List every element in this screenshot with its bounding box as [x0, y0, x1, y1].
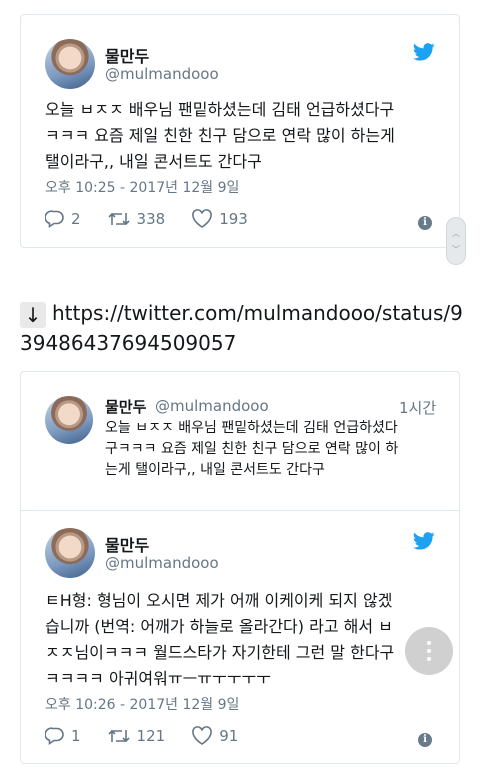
status-url[interactable]: https://twitter.com/mulmandooo/status/9	[52, 301, 463, 325]
avatar[interactable]	[45, 396, 93, 444]
retweet-button[interactable]: 121	[107, 727, 166, 745]
avatar[interactable]	[45, 39, 95, 89]
timestamp[interactable]: 오후 10:26 - 2017년 12월 9일	[45, 694, 239, 714]
divider	[21, 510, 459, 511]
tweet-actions: 1 121 91	[45, 726, 264, 746]
like-count: 193	[219, 210, 248, 228]
retweet-button[interactable]: 338	[107, 210, 166, 228]
twitter-bird-icon[interactable]	[413, 43, 435, 61]
more-vertical-icon	[427, 639, 431, 663]
info-icon[interactable]: i	[418, 216, 432, 230]
author-handle[interactable]: @mulmandooo	[105, 554, 219, 572]
scroll-indicator[interactable]: ︿ ﹀	[446, 217, 466, 265]
reply-count: 2	[71, 210, 81, 228]
author-name[interactable]: 물만두	[105, 396, 146, 417]
chevron-down-icon: ﹀	[452, 245, 460, 254]
retweet-icon	[107, 729, 130, 743]
tweet-text-line: ㅋㅋㅋㅋ 아귀여워ㅠㅡㅠㅜㅜㅜㅜ	[45, 669, 271, 688]
timestamp[interactable]: 오후 10:25 - 2017년 12월 9일	[45, 177, 239, 197]
reply-button[interactable]: 2	[45, 210, 81, 228]
tweet-text-line: ㅋㅋㅋ 요즘 제일 친한 친구 담으로 연락 많이 하는게	[45, 126, 395, 145]
chevron-up-icon: ︿	[452, 229, 460, 238]
tweet-text-line: 는게 탤이라구,, 내일 콘서트도 간다구	[105, 462, 325, 478]
like-count: 91	[219, 727, 239, 745]
retweet-count: 338	[136, 210, 166, 228]
tweet-text: 오늘 ㅂㅈㅈ 배우님 팬밑하셨는데 김태 언급하셨다구 ㅋㅋㅋ 요즘 제일 친한…	[45, 97, 395, 175]
twitter-bird-icon[interactable]	[413, 532, 435, 550]
quoted-text: 오늘 ㅂㅈㅈ 배우님 팬밑하셨는데 김태 언급하셨다 구ㅋㅋㅋ 요즘 제일 친한…	[105, 418, 398, 481]
status-url-continued[interactable]: 39486437694509057	[20, 331, 236, 355]
like-icon	[192, 726, 213, 745]
down-arrow-icon: ↓	[20, 301, 46, 328]
author-name[interactable]: 물만두	[105, 532, 149, 556]
tweet-actions: 2 338 193	[45, 209, 274, 229]
retweet-count: 121	[136, 727, 166, 745]
tweet-text-line: 오늘 ㅂㅈㅈ 배우님 팬밑하셨는데 김태 언급하셨다구	[45, 100, 395, 119]
relative-time[interactable]: 1시간	[399, 397, 436, 418]
link-text: ↓ https://twitter.com/mulmandooo/status/9…	[20, 298, 465, 358]
tweet-text-line: ㅌH형: 형님이 오시면 제가 어깨 이케이케 되지 않겠	[45, 591, 393, 610]
author-handle[interactable]: @mulmandooo	[155, 397, 269, 415]
like-icon	[192, 209, 213, 228]
tweet-text-line: 오늘 ㅂㅈㅈ 배우님 팬밑하셨는데 김태 언급하셨다	[105, 420, 398, 436]
avatar[interactable]	[45, 528, 95, 578]
reply-icon	[45, 727, 64, 745]
tweet-card-2[interactable]: 물만두 @mulmandooo 1시간 오늘 ㅂㅈㅈ 배우님 팬밑하셨는데 김태…	[20, 371, 460, 764]
reply-button[interactable]: 1	[45, 727, 81, 745]
reply-count: 1	[71, 727, 81, 745]
like-button[interactable]: 91	[191, 726, 238, 746]
author-handle[interactable]: @mulmandooo	[105, 65, 219, 83]
author-name[interactable]: 물만두	[105, 43, 149, 67]
tweet-text-line: 구ㅋㅋㅋ 요즘 제일 친한 친구 담으로 연락 많이 하	[105, 441, 399, 457]
like-button[interactable]: 193	[191, 209, 248, 229]
info-icon[interactable]: i	[418, 733, 432, 747]
tweet-text-line: 습니까 (번역: 어깨가 하늘로 올라간다) 라고 해서 ㅂ	[45, 617, 393, 636]
retweet-icon	[107, 212, 130, 226]
tweet-text-line: 탤이라구,, 내일 콘서트도 간다구	[45, 152, 262, 171]
tweet-card-1[interactable]: 물만두 @mulmandooo 오늘 ㅂㅈㅈ 배우님 팬밑하셨는데 김태 언급하…	[20, 14, 460, 248]
tweet-text: ㅌH형: 형님이 오시면 제가 어깨 이케이케 되지 않겠 습니까 (번역: 어…	[45, 588, 394, 692]
reply-icon	[45, 210, 64, 228]
tweet-text-line: ㅈㅈ님이ㅋㅋㅋ 월드스타가 자기한테 그런 말 한다구	[45, 643, 395, 662]
more-options-button[interactable]	[405, 627, 453, 675]
